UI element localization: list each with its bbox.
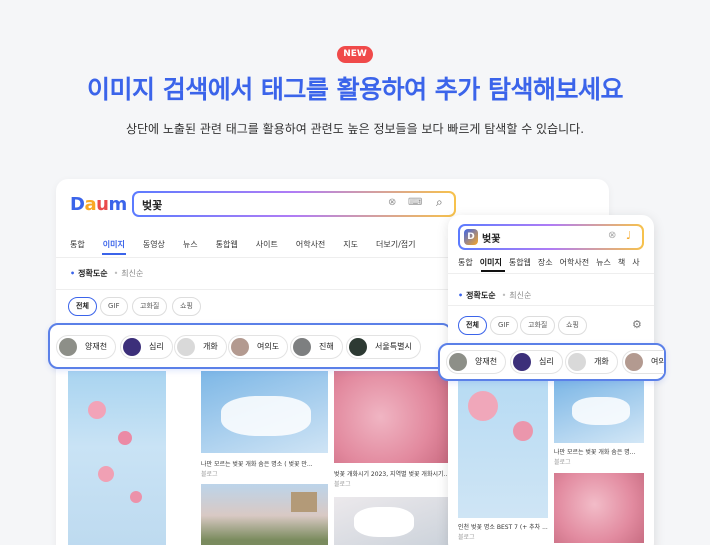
filter-hd[interactable]: 고화질 <box>520 316 556 335</box>
desktop-tab-bar: 통합 이미지 동영상 뉴스 통합웹 사이트 어학사전 지도 더보기/접기 <box>70 239 434 250</box>
keyboard-icon[interactable]: ⌨ <box>408 197 422 208</box>
tab-total[interactable]: 통합 <box>458 258 473 267</box>
tab-news[interactable]: 뉴스 <box>183 240 198 249</box>
tag-chip[interactable]: 개화 <box>565 350 618 374</box>
microphone-icon[interactable]: ♩ <box>626 229 631 242</box>
search-query: 벚꽃 <box>142 199 163 212</box>
tag-chip[interactable]: 여의 <box>622 350 664 374</box>
result-caption[interactable]: 인천 벚꽃 명소 BEST 7 (+ 추차 ... <box>458 522 552 531</box>
tag-chip[interactable]: 진해 <box>290 335 343 359</box>
divider <box>448 273 654 274</box>
daum-logo[interactable]: Daum <box>70 194 127 215</box>
divider <box>448 305 654 306</box>
search-query: 벚꽃 <box>482 234 501 245</box>
result-caption[interactable]: 나만 모르는 벚꽃 개화 숨은 명... <box>554 447 646 456</box>
result-source: 블로그 <box>334 481 351 488</box>
daum-logo[interactable]: D <box>464 229 478 245</box>
tab-site[interactable]: 사이트 <box>256 240 278 249</box>
result-source: 블로그 <box>554 459 571 466</box>
tag-thumbnail <box>625 353 643 371</box>
desktop-search-box[interactable]: 벚꽃 ⊗ ⌨ ⌕ <box>132 191 456 217</box>
filter-gif[interactable]: GIF <box>490 316 518 335</box>
active-tab-indicator <box>481 270 505 272</box>
tag-thumbnail <box>568 353 586 371</box>
result-caption[interactable]: 벚꽃 개화시기 2023, 지역별 벚꽃 개화시기... <box>334 469 450 478</box>
mobile-search-box[interactable]: D 벚꽃 ⊗ ♩ <box>458 224 644 250</box>
tag-thumbnail <box>513 353 531 371</box>
sort-options: 정확도순 최신순 <box>70 268 143 279</box>
tab-more[interactable]: 사 <box>632 258 639 267</box>
result-source: 블로그 <box>458 534 475 541</box>
tab-dictionary[interactable]: 어학사전 <box>560 258 589 267</box>
tag-chip[interactable]: 여의도 <box>228 335 289 359</box>
tab-place[interactable]: 장소 <box>538 258 553 267</box>
filter-shopping[interactable]: 쇼핑 <box>172 297 201 316</box>
tag-thumbnail <box>59 338 77 356</box>
tab-more[interactable]: 더보기/접기 <box>376 240 416 249</box>
filter-shopping[interactable]: 쇼핑 <box>558 316 587 335</box>
tab-total[interactable]: 통합 <box>70 240 85 249</box>
filter-all[interactable]: 전체 <box>458 316 487 335</box>
tab-book[interactable]: 책 <box>618 258 625 267</box>
tab-dictionary[interactable]: 어학사전 <box>296 240 325 249</box>
tab-image[interactable]: 이미지 <box>103 240 125 249</box>
filter-hd[interactable]: 고화질 <box>132 297 168 316</box>
tag-chip[interactable]: 개화 <box>174 335 227 359</box>
filter-settings-icon[interactable]: ⚙ <box>632 318 642 331</box>
sort-options: 정확도순 최신순 <box>458 290 531 301</box>
page-subheadline: 상단에 노출된 관련 태그를 활용하여 관련도 높은 정보들을 보다 빠르게 탐… <box>125 122 585 136</box>
mobile-tab-bar: 통합 이미지 통합웹 장소 어학사전 뉴스 책 사 <box>458 257 647 268</box>
mobile-related-tag-bar: 양재천 심리 개화 여의 <box>438 343 666 381</box>
result-image[interactable] <box>68 371 166 545</box>
desktop-related-tag-bar: 양재천 심리 개화 여의도 진해 서울특별시 <box>48 323 452 369</box>
active-tab-indicator <box>102 253 126 255</box>
tab-news[interactable]: 뉴스 <box>596 258 611 267</box>
sort-accuracy[interactable]: 정확도순 <box>458 291 496 300</box>
tab-video[interactable]: 동영상 <box>143 240 165 249</box>
result-image[interactable] <box>334 497 450 545</box>
clear-icon[interactable]: ⊗ <box>388 197 396 208</box>
tag-chip[interactable]: 서울특별시 <box>346 335 421 359</box>
tag-thumbnail <box>177 338 195 356</box>
page-headline: 이미지 검색에서 태그를 활용하여 추가 탐색해보세요 <box>86 75 624 104</box>
tag-thumbnail <box>349 338 367 356</box>
result-image[interactable] <box>554 473 644 543</box>
tab-web[interactable]: 통합웹 <box>509 258 531 267</box>
sort-latest[interactable]: 최신순 <box>502 291 532 300</box>
tag-thumbnail <box>449 353 467 371</box>
result-image[interactable] <box>201 371 328 453</box>
result-image[interactable] <box>554 381 644 443</box>
result-image[interactable] <box>201 484 328 545</box>
sort-accuracy[interactable]: 정확도순 <box>70 269 108 278</box>
tag-thumbnail <box>231 338 249 356</box>
sort-latest[interactable]: 최신순 <box>114 269 144 278</box>
tab-map[interactable]: 지도 <box>343 240 358 249</box>
search-icon[interactable]: ⌕ <box>436 195 443 210</box>
tag-thumbnail <box>123 338 141 356</box>
tab-image[interactable]: 이미지 <box>480 258 502 267</box>
result-source: 블로그 <box>201 471 218 478</box>
result-image[interactable] <box>458 381 548 518</box>
filter-gif[interactable]: GIF <box>100 297 128 316</box>
clear-icon[interactable]: ⊗ <box>608 230 616 241</box>
tag-chip[interactable]: 양재천 <box>446 350 507 374</box>
tag-chip[interactable]: 심리 <box>120 335 173 359</box>
tag-chip[interactable]: 양재천 <box>56 335 117 359</box>
tag-chip[interactable]: 심리 <box>510 350 563 374</box>
tag-thumbnail <box>293 338 311 356</box>
result-image[interactable] <box>334 371 450 463</box>
tab-web[interactable]: 통합웹 <box>216 240 238 249</box>
result-caption[interactable]: 나만 모르는 벚꽃 개화 숨은 명소 ( 벚꽃 만... <box>201 459 328 468</box>
new-badge: NEW <box>337 46 373 63</box>
filter-all[interactable]: 전체 <box>68 297 97 316</box>
